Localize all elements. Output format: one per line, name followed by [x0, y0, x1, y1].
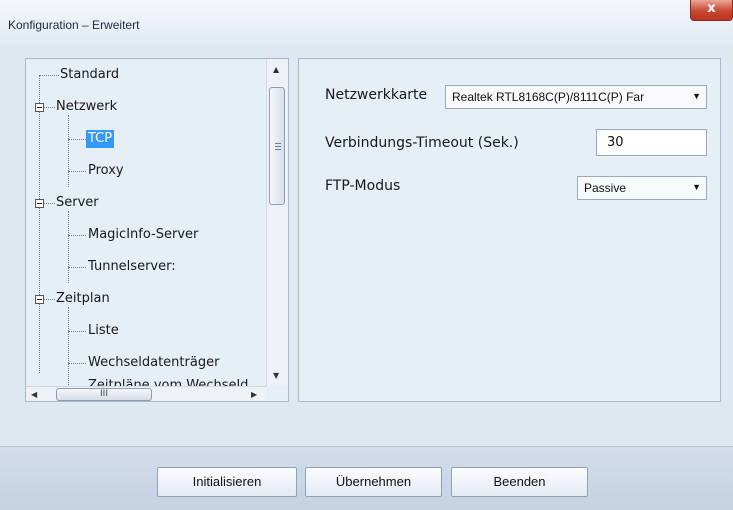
ftp-mode-select[interactable]: Passive ▼ — [577, 176, 707, 200]
window-title: Konfiguration – Erweitert — [8, 18, 140, 32]
tree-line — [43, 299, 55, 300]
title-bar: Konfiguration – Erweitert x — [0, 0, 733, 44]
tree-line — [43, 107, 55, 108]
network-card-value: Realtek RTL8168C(P)/8111C(P) Far — [452, 90, 645, 104]
ftp-mode-label: FTP-Modus — [325, 178, 401, 194]
network-card-select[interactable]: Realtek RTL8168C(P)/8111C(P) Far ▼ — [445, 85, 707, 109]
tree-line — [68, 139, 86, 140]
apply-button[interactable]: Übernehmen — [305, 467, 442, 497]
ftp-mode-value: Passive — [584, 181, 627, 195]
scroll-down-icon[interactable]: ▼ — [273, 371, 279, 380]
collapse-server-icon[interactable] — [35, 199, 44, 208]
button-bar: Initialisieren Übernehmen Beenden — [0, 446, 733, 510]
vertical-scroll-thumb[interactable] — [269, 87, 285, 205]
config-window: Konfiguration – Erweitert x Standard Net… — [0, 0, 733, 510]
tree-item-proxy[interactable]: Proxy — [88, 162, 124, 180]
tree-item-zeitplan[interactable]: Zeitplan — [56, 290, 110, 308]
dropdown-arrow-icon: ▼ — [692, 182, 701, 192]
tree-line — [68, 307, 69, 386]
tree-item-standard[interactable]: Standard — [60, 66, 119, 84]
tree-line — [68, 115, 69, 187]
scroll-right-icon[interactable]: ▶ — [251, 390, 257, 399]
collapse-netzwerk-icon[interactable] — [35, 103, 44, 112]
initialize-button[interactable]: Initialisieren — [157, 467, 297, 497]
grip-line — [275, 149, 281, 150]
timeout-input[interactable]: 30 — [596, 129, 707, 156]
scroll-up-icon[interactable]: ▲ — [273, 65, 279, 74]
tree-item-liste[interactable]: Liste — [88, 322, 119, 340]
tree-item-wechseldatentraeger[interactable]: Wechseldatenträger — [88, 354, 219, 372]
tree-list: Standard Netzwerk TCP Proxy Server Magic… — [26, 59, 266, 386]
tree-line — [39, 75, 40, 373]
settings-tree: Standard Netzwerk TCP Proxy Server Magic… — [25, 58, 289, 402]
collapse-zeitplan-icon[interactable] — [35, 295, 44, 304]
tcp-settings-panel: Netzwerkkarte Realtek RTL8168C(P)/8111C(… — [298, 58, 721, 402]
tree-line — [68, 331, 86, 332]
tree-item-tcp[interactable]: TCP — [86, 130, 115, 148]
grip-line — [275, 146, 281, 147]
tree-line — [68, 235, 86, 236]
tree-line — [68, 211, 69, 283]
horizontal-scroll-thumb[interactable]: III — [56, 388, 152, 401]
dialog-content: Standard Netzwerk TCP Proxy Server Magic… — [0, 44, 733, 446]
network-card-label: Netzwerkkarte — [325, 87, 428, 103]
tree-item-netzwerk[interactable]: Netzwerk — [56, 98, 117, 116]
exit-button[interactable]: Beenden — [451, 467, 588, 497]
grip-line — [275, 143, 281, 144]
close-button[interactable]: x — [690, 0, 733, 21]
tree-line — [68, 267, 86, 268]
timeout-label: Verbindungs-Timeout (Sek.) — [325, 135, 519, 151]
tree-line — [68, 363, 86, 364]
tree-line — [43, 203, 55, 204]
scroll-left-icon[interactable]: ◀ — [31, 390, 37, 399]
tree-line — [39, 75, 59, 76]
tree-line — [68, 171, 86, 172]
tree-item-magicinfo-server[interactable]: MagicInfo-Server — [88, 226, 198, 244]
tree-horizontal-scrollbar[interactable]: ◀ III ▶ — [26, 386, 266, 401]
dropdown-arrow-icon: ▼ — [692, 91, 701, 101]
tree-item-zeitplaene-wechseld[interactable]: Zeitpläne vom Wechseld — [88, 377, 248, 386]
tree-item-server[interactable]: Server — [56, 194, 99, 212]
tree-item-tunnelserver[interactable]: Tunnelserver: — [88, 258, 176, 276]
tree-vertical-scrollbar[interactable]: ▲ ▼ — [266, 59, 288, 386]
